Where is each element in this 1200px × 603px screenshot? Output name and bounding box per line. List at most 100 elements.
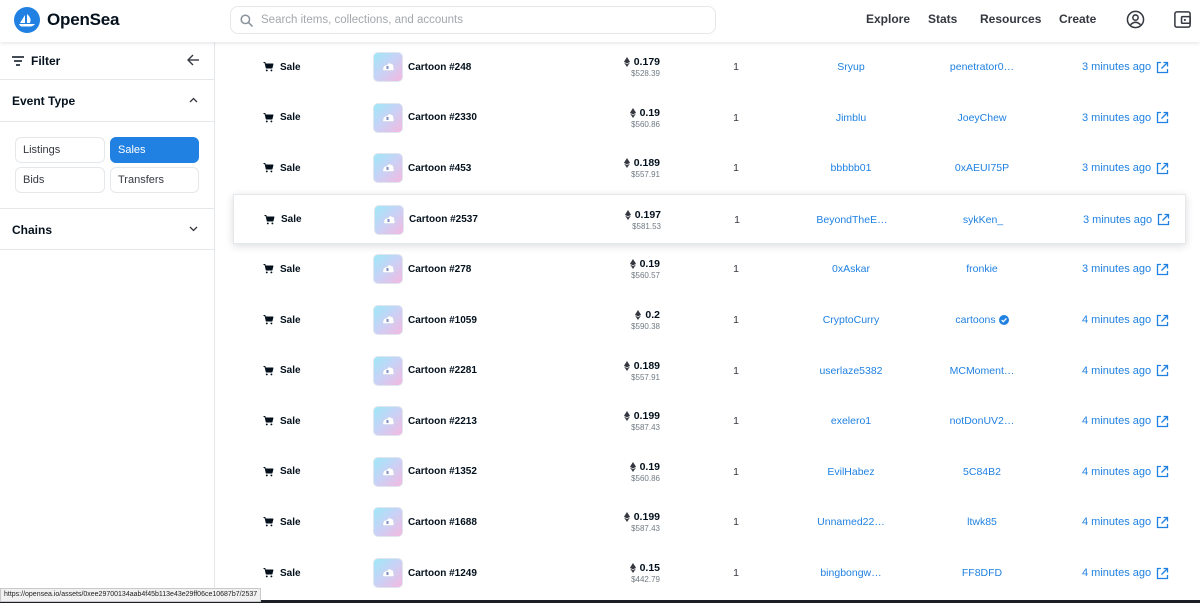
from-account-link[interactable]: bbbbb01 bbox=[806, 143, 896, 193]
to-account[interactable]: sykKen_ bbox=[963, 214, 1003, 226]
to-account[interactable]: JoeyChew bbox=[957, 112, 1006, 124]
nav-explore[interactable]: Explore bbox=[866, 12, 910, 26]
to-account[interactable]: fronkie bbox=[966, 263, 998, 275]
time-ago[interactable]: 4 minutes ago bbox=[1082, 365, 1151, 377]
item-name[interactable]: Cartoon #248 bbox=[408, 42, 471, 92]
search-input[interactable] bbox=[261, 14, 691, 26]
external-link-icon[interactable] bbox=[1151, 263, 1169, 276]
external-link-icon[interactable] bbox=[1151, 314, 1169, 327]
to-account[interactable]: FF8DFD bbox=[962, 567, 1002, 579]
to-account-link[interactable]: FF8DFD bbox=[936, 548, 1028, 598]
account-icon[interactable] bbox=[1126, 10, 1145, 34]
from-account[interactable]: exelero1 bbox=[831, 415, 871, 427]
to-account[interactable]: cartoons bbox=[955, 314, 995, 326]
table-row[interactable]: Sale Cartoon #1688 0.199 $587.43 1 Unnamed22…… bbox=[216, 497, 1200, 547]
to-account-link[interactable]: ltwk85 bbox=[936, 497, 1028, 547]
external-link-icon[interactable] bbox=[1151, 567, 1169, 580]
to-account[interactable]: ltwk85 bbox=[967, 516, 997, 528]
external-link-icon[interactable] bbox=[1151, 364, 1169, 377]
to-account-link[interactable]: notDonUV2… bbox=[936, 396, 1028, 446]
from-account-link[interactable]: bingbongw… bbox=[806, 548, 896, 598]
time-link[interactable]: 4 minutes ago bbox=[1082, 548, 1169, 598]
time-ago[interactable]: 4 minutes ago bbox=[1082, 415, 1151, 427]
item-thumbnail[interactable] bbox=[373, 42, 403, 92]
opensea-logo[interactable]: OpenSea bbox=[14, 7, 119, 33]
external-link-icon[interactable] bbox=[1151, 111, 1169, 124]
from-account-link[interactable]: exelero1 bbox=[806, 396, 896, 446]
nav-stats[interactable]: Stats bbox=[928, 12, 957, 26]
to-account-link[interactable]: penetrator0… bbox=[936, 42, 1028, 92]
from-account-link[interactable]: EvilHabez bbox=[806, 447, 896, 497]
to-account[interactable]: MCMoment… bbox=[950, 365, 1015, 377]
time-ago[interactable]: 3 minutes ago bbox=[1082, 162, 1151, 174]
table-row[interactable]: Sale Cartoon #1249 0.15 $442.79 1 bingbongw… F… bbox=[216, 548, 1200, 598]
from-account-link[interactable]: userlaze5382 bbox=[806, 346, 896, 396]
to-account[interactable]: notDonUV2… bbox=[950, 415, 1015, 427]
item-name[interactable]: Cartoon #453 bbox=[408, 143, 471, 193]
time-ago[interactable]: 3 minutes ago bbox=[1083, 214, 1152, 226]
time-link[interactable]: 4 minutes ago bbox=[1082, 497, 1169, 547]
to-account-link[interactable]: JoeyChew bbox=[936, 93, 1028, 143]
from-account[interactable]: 0xAskar bbox=[832, 263, 870, 275]
table-row[interactable]: Sale Cartoon #2213 0.199 $587.43 1 exelero1 no… bbox=[216, 396, 1200, 446]
item-thumbnail[interactable] bbox=[374, 195, 404, 245]
item-thumbnail[interactable] bbox=[373, 244, 403, 294]
time-ago[interactable]: 4 minutes ago bbox=[1082, 466, 1151, 478]
item-name[interactable]: Cartoon #2330 bbox=[408, 93, 477, 143]
event-type-header[interactable]: Event Type bbox=[0, 80, 214, 122]
from-account-link[interactable]: Jimblu bbox=[806, 93, 896, 143]
external-link-icon[interactable] bbox=[1151, 61, 1169, 74]
from-account-link[interactable]: BeyondTheE… bbox=[807, 195, 897, 245]
item-name[interactable]: Cartoon #1249 bbox=[408, 548, 477, 598]
item-name[interactable]: Cartoon #2281 bbox=[408, 346, 477, 396]
time-ago[interactable]: 3 minutes ago bbox=[1082, 61, 1151, 73]
chip-listings[interactable]: Listings bbox=[15, 137, 105, 163]
nav-resources[interactable]: Resources bbox=[980, 12, 1041, 26]
table-row[interactable]: Sale Cartoon #1059 0.2 $590.38 1 CryptoCurry c… bbox=[216, 295, 1200, 345]
chip-sales[interactable]: Sales bbox=[110, 137, 199, 163]
item-name[interactable]: Cartoon #1059 bbox=[408, 295, 477, 345]
to-account-link[interactable]: fronkie bbox=[936, 244, 1028, 294]
to-account[interactable]: 0xAEUI75P bbox=[955, 162, 1009, 174]
time-link[interactable]: 3 minutes ago bbox=[1082, 244, 1169, 294]
table-row[interactable]: Sale Cartoon #2281 0.189 $557.91 1 userlaze53… bbox=[216, 346, 1200, 396]
item-thumbnail[interactable] bbox=[373, 497, 403, 547]
to-account-link[interactable]: 5C84B2 bbox=[936, 447, 1028, 497]
item-name[interactable]: Cartoon #1688 bbox=[408, 497, 477, 547]
chip-bids[interactable]: Bids bbox=[15, 167, 105, 193]
time-ago[interactable]: 3 minutes ago bbox=[1082, 263, 1151, 275]
table-row[interactable]: Sale Cartoon #278 0.19 $560.57 1 0xAskar fronk… bbox=[216, 244, 1200, 294]
item-name[interactable]: Cartoon #1352 bbox=[408, 447, 477, 497]
table-row[interactable]: Sale Cartoon #1352 0.19 $560.86 1 EvilHabez 5C… bbox=[216, 447, 1200, 497]
item-thumbnail[interactable] bbox=[373, 295, 403, 345]
search-bar[interactable] bbox=[230, 6, 716, 34]
to-account-link[interactable]: cartoons bbox=[936, 295, 1028, 345]
from-account-link[interactable]: 0xAskar bbox=[806, 244, 896, 294]
table-row[interactable]: Sale Cartoon #453 0.189 $557.91 1 bbbbb01 0xAE… bbox=[216, 143, 1200, 193]
item-thumbnail[interactable] bbox=[373, 447, 403, 497]
to-account[interactable]: 5C84B2 bbox=[963, 466, 1001, 478]
chip-transfers[interactable]: Transfers bbox=[110, 167, 199, 193]
to-account[interactable]: penetrator0… bbox=[950, 61, 1014, 73]
from-account[interactable]: CryptoCurry bbox=[823, 314, 880, 326]
nav-create[interactable]: Create bbox=[1059, 12, 1096, 26]
time-link[interactable]: 3 minutes ago bbox=[1082, 93, 1169, 143]
from-account[interactable]: bingbongw… bbox=[820, 567, 881, 579]
to-account-link[interactable]: 0xAEUI75P bbox=[936, 143, 1028, 193]
item-thumbnail[interactable] bbox=[373, 143, 403, 193]
from-account[interactable]: BeyondTheE… bbox=[816, 214, 887, 226]
time-link[interactable]: 3 minutes ago bbox=[1082, 143, 1169, 193]
from-account[interactable]: EvilHabez bbox=[827, 466, 874, 478]
item-thumbnail[interactable] bbox=[373, 346, 403, 396]
external-link-icon[interactable] bbox=[1151, 465, 1169, 478]
time-ago[interactable]: 4 minutes ago bbox=[1082, 516, 1151, 528]
from-account[interactable]: userlaze5382 bbox=[819, 365, 882, 377]
item-name[interactable]: Cartoon #2213 bbox=[408, 396, 477, 446]
time-link[interactable]: 4 minutes ago bbox=[1082, 396, 1169, 446]
collapse-arrow-icon[interactable] bbox=[187, 54, 200, 66]
external-link-icon[interactable] bbox=[1151, 516, 1169, 529]
filter-header[interactable]: Filter bbox=[0, 42, 214, 80]
time-link[interactable]: 4 minutes ago bbox=[1082, 346, 1169, 396]
table-row[interactable]: Sale Cartoon #248 0.179 $528.39 1 Sryup penetr… bbox=[216, 42, 1200, 92]
time-link[interactable]: 4 minutes ago bbox=[1082, 295, 1169, 345]
